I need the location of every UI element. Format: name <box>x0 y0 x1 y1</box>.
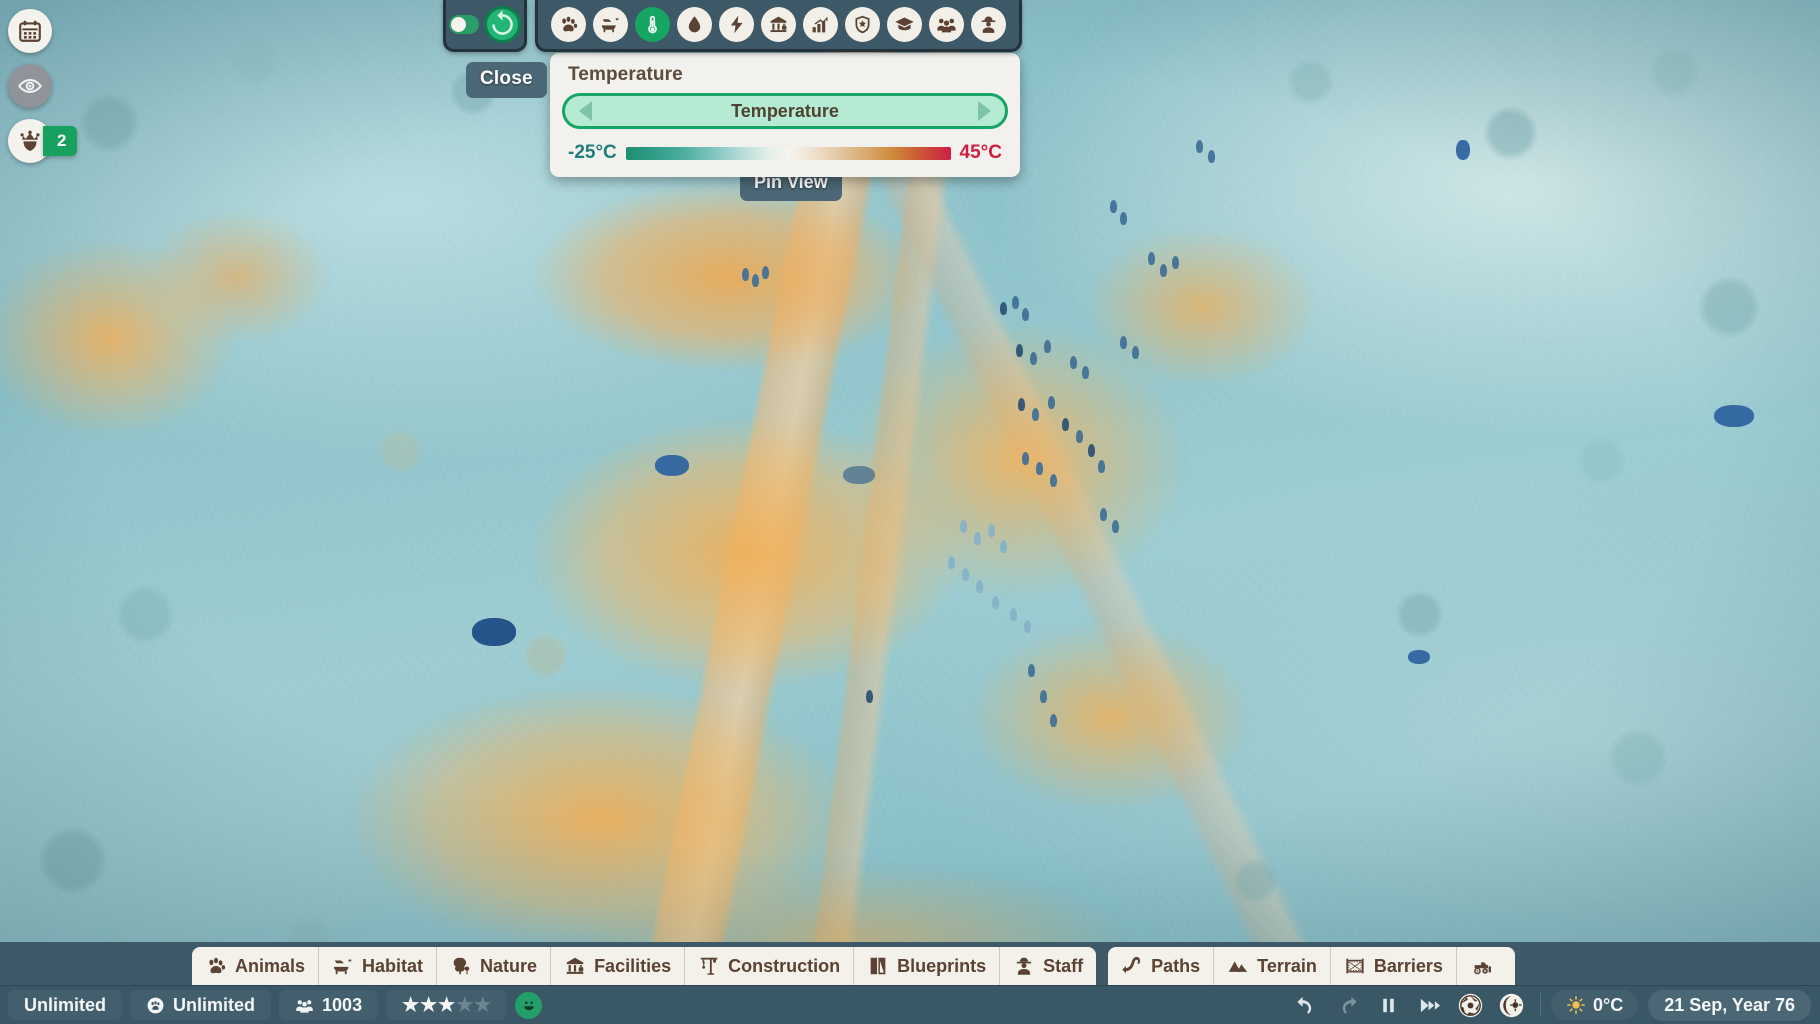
tab-label: Blueprints <box>897 956 986 977</box>
crane-icon <box>698 955 720 977</box>
close-button[interactable]: Close <box>466 62 547 98</box>
tab-label: Staff <box>1043 956 1083 977</box>
tab-nature[interactable]: Nature <box>437 947 551 985</box>
tab-label: Nature <box>480 956 537 977</box>
objectives-count-badge: 2 <box>43 126 77 156</box>
sidebar-item-visibility[interactable] <box>8 64 77 108</box>
paw-icon <box>205 955 227 977</box>
legend-gradient-bar <box>626 147 951 160</box>
game-controls[interactable]: 0°C 21 Sep, Year 76 <box>1287 989 1820 1021</box>
guests-group-icon[interactable] <box>929 7 964 42</box>
build-tab-bar[interactable]: Animals Habitat Nature Facilities Constr… <box>0 942 1820 985</box>
tab-terrain[interactable]: Terrain <box>1214 947 1331 985</box>
selector-label: Temperature <box>592 101 978 122</box>
chevron-right-icon[interactable] <box>978 101 991 121</box>
star-rating: ★ ★ ★ ★ ★ <box>402 996 491 1015</box>
chevron-left-icon[interactable] <box>579 101 592 121</box>
day-night-icon[interactable] <box>1492 989 1530 1021</box>
water-drop-icon[interactable] <box>677 7 712 42</box>
tab-facilities[interactable]: Facilities <box>551 947 685 985</box>
sidebar-item-objectives[interactable]: 2 <box>8 119 77 163</box>
power-bolt-icon[interactable] <box>719 7 754 42</box>
mountain-icon <box>1227 955 1249 977</box>
habitat-trough-icon <box>332 955 354 977</box>
bulldozer-icon <box>1471 955 1493 977</box>
star-filled: ★ <box>438 996 455 1015</box>
overlay-toggle-group[interactable] <box>443 0 527 52</box>
tree-icon <box>450 955 472 977</box>
star-empty: ★ <box>474 996 491 1015</box>
left-sidebar[interactable]: 2 <box>8 9 77 163</box>
tab-label: Construction <box>728 956 840 977</box>
park-rating-chip[interactable]: ★ ★ ★ ★ ★ <box>386 990 507 1020</box>
conservation-value: Unlimited <box>173 995 255 1016</box>
fast-forward-icon[interactable] <box>1410 989 1448 1021</box>
tab-barriers[interactable]: Barriers <box>1331 947 1457 985</box>
graduation-cap-icon[interactable] <box>887 7 922 42</box>
tab-group-secondary[interactable]: Paths Terrain Barriers <box>1108 942 1515 985</box>
paw-circle-icon <box>146 996 165 1015</box>
tab-staff[interactable]: Staff <box>1000 947 1096 985</box>
tab-habitat[interactable]: Habitat <box>319 947 437 985</box>
paw-icon[interactable] <box>551 7 586 42</box>
star-filled: ★ <box>420 996 437 1015</box>
refresh-icon[interactable] <box>484 6 521 43</box>
tab-label: Terrain <box>1257 956 1317 977</box>
path-icon <box>1121 955 1143 977</box>
temperature-panel: Temperature Temperature -25°C 45°C <box>550 53 1020 177</box>
blueprint-icon <box>867 955 889 977</box>
redo-icon[interactable] <box>1328 989 1366 1021</box>
tab-animals[interactable]: Animals <box>192 947 319 985</box>
overlay-type-selector[interactable]: Temperature <box>562 93 1008 129</box>
calendar-icon[interactable] <box>8 9 52 53</box>
tab-label: Animals <box>235 956 305 977</box>
thermometer-icon[interactable] <box>635 7 670 42</box>
temperature-legend: -25°C 45°C <box>562 142 1008 164</box>
tab-group-primary[interactable]: Animals Habitat Nature Facilities Constr… <box>192 942 1096 985</box>
guests-value: 1003 <box>322 995 362 1016</box>
undo-icon[interactable] <box>1287 989 1325 1021</box>
control-divider <box>1540 993 1541 1017</box>
pause-icon[interactable] <box>1369 989 1407 1021</box>
panel-title: Temperature <box>568 64 1008 86</box>
shop-building-icon <box>564 955 586 977</box>
date-chip[interactable]: 21 Sep, Year 76 <box>1648 990 1811 1021</box>
habitat-icon[interactable] <box>593 7 628 42</box>
tab-construction[interactable]: Construction <box>685 947 854 985</box>
money-value: Unlimited <box>24 995 106 1016</box>
staff-person-icon <box>1013 955 1035 977</box>
sun-icon <box>1566 995 1586 1015</box>
tab-blueprints[interactable]: Blueprints <box>854 947 1000 985</box>
guests-group-icon <box>295 996 314 1015</box>
weather-chip[interactable]: 0°C <box>1551 990 1638 1020</box>
overlay-enable-toggle[interactable] <box>449 15 479 34</box>
tab-demolish[interactable] <box>1457 947 1515 985</box>
tab-label: Paths <box>1151 956 1200 977</box>
tab-label: Habitat <box>362 956 423 977</box>
fence-icon <box>1344 955 1366 977</box>
money-chip[interactable]: Unlimited <box>8 990 122 1020</box>
star-filled: ★ <box>402 996 419 1015</box>
staff-person-icon[interactable] <box>971 7 1006 42</box>
legend-max-label: 45°C <box>960 142 1002 164</box>
chart-growth-icon[interactable] <box>803 7 838 42</box>
overlay-icon-list[interactable] <box>535 0 1022 52</box>
sidebar-item-calendar[interactable] <box>8 9 77 53</box>
conservation-chip[interactable]: Unlimited <box>130 990 271 1020</box>
smiley-happy-icon[interactable] <box>515 992 542 1019</box>
weather-temperature: 0°C <box>1593 995 1623 1016</box>
star-empty: ★ <box>456 996 473 1015</box>
eye-icon[interactable] <box>8 64 52 108</box>
building-lock-icon[interactable] <box>761 7 796 42</box>
camera-icon[interactable] <box>1451 989 1489 1021</box>
shield-star-icon[interactable] <box>845 7 880 42</box>
legend-min-label: -25°C <box>568 142 617 164</box>
tab-label: Barriers <box>1374 956 1443 977</box>
tab-label: Facilities <box>594 956 671 977</box>
tab-paths[interactable]: Paths <box>1108 947 1214 985</box>
status-bar[interactable]: Unlimited Unlimited 1003 ★ ★ ★ ★ ★ <box>0 985 1820 1024</box>
guests-chip[interactable]: 1003 <box>279 990 378 1020</box>
overlay-toolbar[interactable] <box>443 0 1022 52</box>
